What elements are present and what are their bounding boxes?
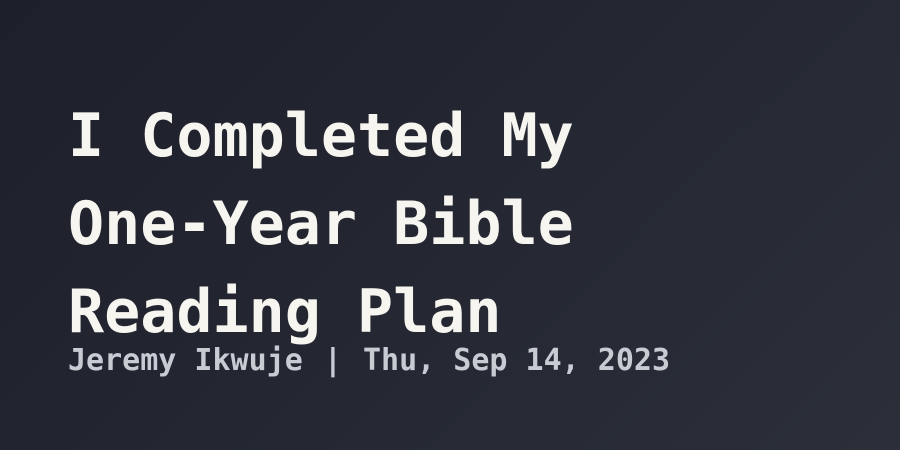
post-date: Thu, Sep 14, 2023 — [363, 343, 671, 378]
post-title-line: One-Year Bible — [68, 189, 574, 259]
author-name: Jeremy Ikwuje — [68, 343, 303, 378]
post-title: I Completed My One-Year Bible Reading Pl… — [68, 92, 868, 356]
byline-separator: | — [323, 343, 342, 378]
post-title-line: I Completed My — [68, 101, 574, 171]
post-byline: Jeremy Ikwuje | Thu, Sep 14, 2023 — [68, 340, 670, 382]
post-social-card: I Completed My One-Year Bible Reading Pl… — [0, 0, 900, 450]
